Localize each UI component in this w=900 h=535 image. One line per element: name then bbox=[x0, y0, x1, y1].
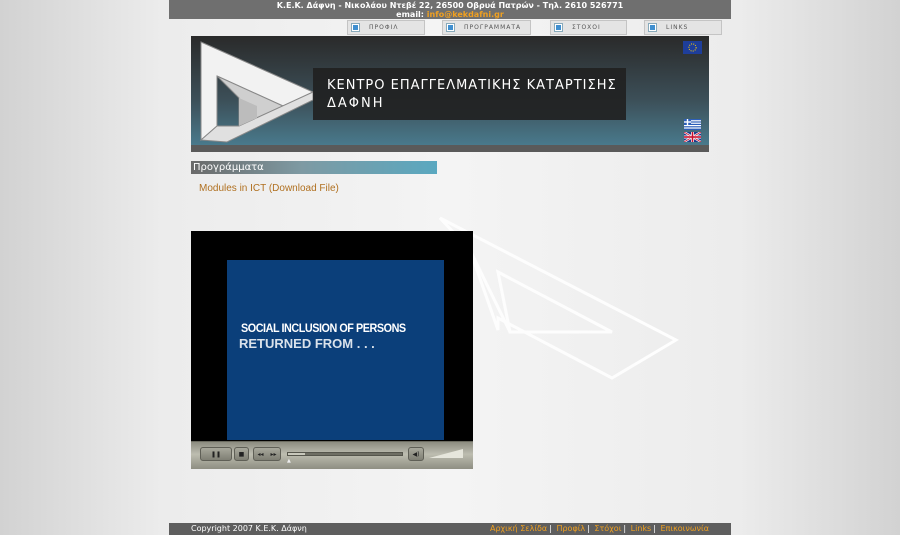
nav-label: LINKS bbox=[666, 24, 689, 31]
footer-link-contact[interactable]: Επικοινωνία bbox=[660, 524, 709, 533]
square-bullet-icon bbox=[555, 24, 562, 31]
nav-goals-button[interactable]: ΣΤΟΧΟΙ bbox=[550, 20, 627, 35]
impossible-triangle-logo-icon bbox=[199, 41, 315, 143]
stop-icon: ■ bbox=[238, 450, 245, 458]
video-caption-line2: RETURNED FROM . . . bbox=[239, 336, 375, 351]
greek-flag-icon[interactable] bbox=[684, 119, 701, 130]
video-screen[interactable]: SOCIAL INCLUSION OF PERSONS RETURNED FRO… bbox=[227, 260, 444, 440]
pause-button[interactable]: ❚❚ bbox=[200, 447, 232, 461]
email-label: email: bbox=[396, 10, 424, 19]
footer-divider: | bbox=[623, 524, 627, 533]
square-bullet-icon bbox=[352, 24, 359, 31]
footer-divider: | bbox=[549, 524, 552, 533]
footer-divider: | bbox=[587, 524, 590, 533]
speaker-icon: ◀) bbox=[412, 450, 420, 458]
banner-title-box bbox=[313, 68, 626, 120]
seek-progress bbox=[288, 453, 306, 455]
volume-button[interactable]: ◀) bbox=[408, 447, 424, 461]
email-link[interactable]: info@kekdafni.gr bbox=[427, 10, 504, 19]
footer: Copyright 2007 Κ.Ε.Κ. Δάφνη Αρχική Σελίδ… bbox=[169, 523, 731, 535]
stop-button[interactable]: ■ bbox=[234, 447, 249, 461]
seek-bar[interactable] bbox=[287, 452, 403, 456]
header-bar: Κ.Ε.Κ. Δάφνη - Νικολάου Ντεβέ 22, 26500 … bbox=[169, 0, 731, 19]
seek-thumb-icon[interactable]: ▲ bbox=[287, 458, 293, 464]
footer-link-profile[interactable]: Προφίλ bbox=[556, 524, 585, 533]
address-line: Κ.Ε.Κ. Δάφνη - Νικολάου Ντεβέ 22, 26500 … bbox=[276, 1, 624, 10]
copyright-text: Copyright 2007 Κ.Ε.Κ. Δάφνη bbox=[191, 524, 307, 533]
nav-label: ΠΡΟΦΙΛ bbox=[369, 24, 399, 31]
player-controls: ❚❚ ■ ◂◂ ▸▸ ▲ ◀) bbox=[191, 441, 473, 469]
volume-slider[interactable] bbox=[429, 449, 463, 458]
footer-link-home[interactable]: Αρχική Σελίδα bbox=[490, 524, 547, 533]
email-line: email: info@kekdafni.gr bbox=[169, 10, 731, 19]
square-bullet-icon bbox=[649, 24, 656, 31]
footer-divider: | bbox=[653, 524, 656, 533]
footer-link-goals[interactable]: Στόχοι bbox=[594, 524, 621, 533]
section-title: Προγράμματα bbox=[191, 161, 437, 174]
footer-links: Αρχική Σελίδα | Προφίλ | Στόχοι | Links | Επ… bbox=[490, 523, 709, 535]
banner-title: ΚΕΝΤΡΟ ΕΠΑΓΓΕΛΜΑΤΙΚΗΣ ΚΑΤΑΡΤΙΣΗΣ bbox=[327, 78, 617, 93]
site-banner: ΚΕΝΤΡΟ ΕΠΑΓΓΕΛΜΑΤΙΚΗΣ ΚΑΤΑΡΤΙΣΗΣ ΔΑΦΝΗ bbox=[191, 36, 709, 152]
nav-label: ΣΤΟΧΟΙ bbox=[572, 24, 601, 31]
nav-profile-button[interactable]: ΠΡΟΦΙΛ bbox=[347, 20, 425, 35]
top-navigation: ΠΡΟΦΙΛ ΠΡΟΓΡΑΜΜΑΤΑ ΣΤΟΧΟΙ LINKS bbox=[0, 20, 900, 36]
eu-flag-icon bbox=[683, 41, 702, 54]
square-bullet-icon bbox=[447, 24, 454, 31]
video-caption-line1: SOCIAL INCLUSION OF PERSONS bbox=[241, 321, 406, 335]
banner-strip bbox=[191, 145, 709, 152]
banner-subtitle: ΔΑΦΝΗ bbox=[327, 96, 385, 111]
rewind-icon: ◂◂ bbox=[257, 450, 264, 458]
download-modules-link[interactable]: Modules in ICT (Download File) bbox=[199, 183, 339, 194]
forward-icon: ▸▸ bbox=[270, 450, 277, 458]
nav-links-button[interactable]: LINKS bbox=[644, 20, 722, 35]
footer-link-links[interactable]: Links bbox=[631, 524, 652, 533]
seek-buttons[interactable]: ◂◂ ▸▸ bbox=[253, 447, 281, 461]
video-player[interactable]: SOCIAL INCLUSION OF PERSONS RETURNED FRO… bbox=[191, 231, 473, 469]
nav-programs-button[interactable]: ΠΡΟΓΡΑΜΜΑΤΑ bbox=[442, 20, 531, 35]
uk-flag-icon[interactable] bbox=[684, 132, 701, 142]
nav-label: ΠΡΟΓΡΑΜΜΑΤΑ bbox=[464, 24, 522, 31]
pause-icon: ❚❚ bbox=[210, 450, 222, 458]
